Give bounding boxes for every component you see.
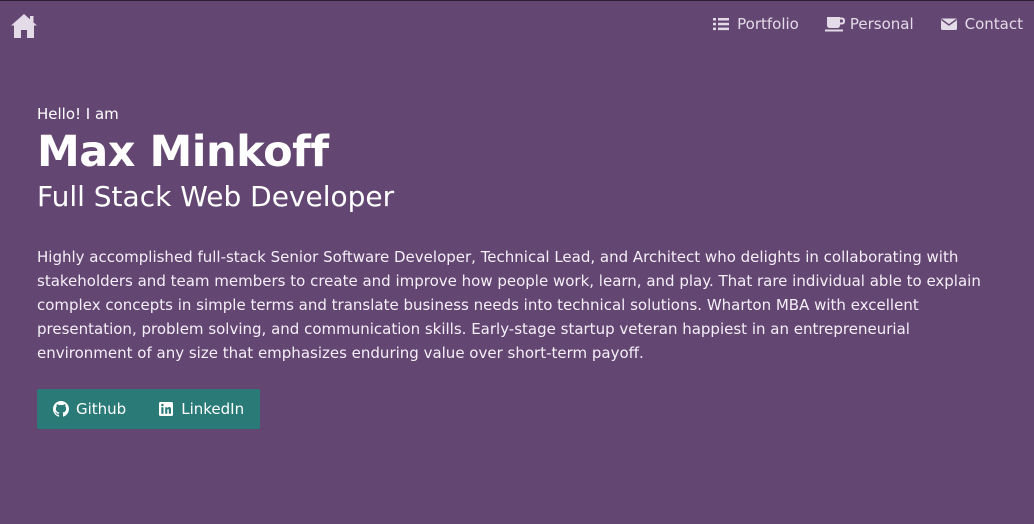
nav-link-portfolio[interactable]: Portfolio xyxy=(712,15,799,33)
bio-paragraph: Highly accomplished full-stack Senior So… xyxy=(37,248,981,362)
nav-link-label: Personal xyxy=(849,15,914,33)
nav-links: Portfolio Personal Contact xyxy=(712,15,1023,33)
nav-link-label: Contact xyxy=(964,15,1023,33)
github-button-label: Github xyxy=(76,400,127,418)
navbar: Portfolio Personal Contact xyxy=(0,1,1034,49)
page-title: Max Minkoff xyxy=(37,127,329,177)
coffee-icon xyxy=(824,16,845,32)
linkedin-icon xyxy=(158,401,174,417)
social-button-group: Github LinkedIn xyxy=(37,389,261,429)
home-link[interactable] xyxy=(10,13,38,39)
nav-link-personal[interactable]: Personal xyxy=(824,15,914,33)
linkedin-button[interactable]: LinkedIn xyxy=(142,389,260,429)
job-title: Full Stack Web Developer xyxy=(37,180,395,213)
linkedin-button-label: LinkedIn xyxy=(181,400,245,418)
github-icon xyxy=(53,401,69,417)
nav-link-label: Portfolio xyxy=(737,15,799,33)
envelope-icon xyxy=(940,16,958,32)
hero-section: Hello! I am Max Minkoff Full Stack Web D… xyxy=(37,104,997,429)
home-icon xyxy=(10,13,38,39)
nav-link-contact[interactable]: Contact xyxy=(940,15,1023,33)
greeting-text: Hello! I am xyxy=(37,105,119,123)
github-button[interactable]: Github xyxy=(37,389,142,429)
list-icon xyxy=(712,16,730,32)
